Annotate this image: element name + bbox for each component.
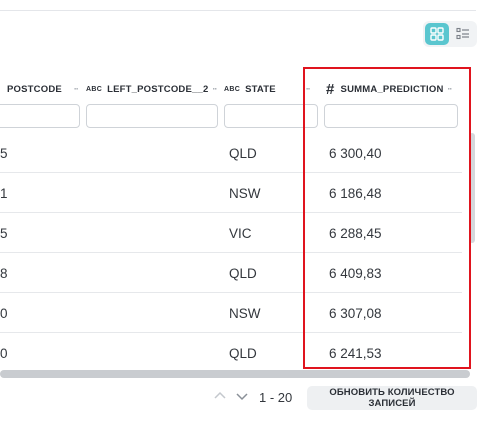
- filter-input-summa-prediction[interactable]: [324, 104, 458, 128]
- filter-input-state[interactable]: [224, 104, 318, 128]
- grid-icon: [430, 27, 444, 41]
- column-label: STATE: [245, 83, 276, 95]
- top-divider: [0, 10, 476, 11]
- grid-view-button[interactable]: [425, 23, 449, 45]
- column-menu-icon[interactable]: ··: [212, 84, 217, 94]
- table-row[interactable]: 0 QLD 6 241,53: [0, 333, 462, 373]
- vertical-scrollbar[interactable]: [468, 129, 476, 369]
- column-header-summa-prediction[interactable]: # SUMMA_PREDICTION ··: [324, 79, 453, 99]
- cell-summa-prediction: 6 300,40: [329, 145, 382, 161]
- refresh-count-button[interactable]: ОБНОВИТЬ КОЛИЧЕСТВО ЗАПИСЕЙ: [307, 386, 477, 410]
- cell-postcode: 5: [0, 225, 8, 241]
- column-header-postcode[interactable]: POSTCODE ··: [7, 79, 79, 99]
- cell-summa-prediction: 6 241,53: [329, 345, 382, 361]
- chevron-down-icon[interactable]: [235, 389, 249, 403]
- cell-postcode: 5: [0, 145, 8, 161]
- cell-summa-prediction: 6 409,83: [329, 265, 382, 281]
- filter-input-left-postcode[interactable]: [86, 104, 218, 128]
- column-menu-icon[interactable]: ··: [448, 84, 453, 94]
- column-header-left-postcode[interactable]: ABC LEFT_POSTCODE__2 ··: [86, 79, 217, 99]
- list-view-button[interactable]: [452, 23, 476, 45]
- cell-postcode: 0: [0, 305, 8, 321]
- cell-state: QLD: [229, 345, 257, 361]
- cell-state: QLD: [229, 265, 257, 281]
- horizontal-scrollbar[interactable]: [0, 370, 470, 378]
- cell-state: NSW: [229, 185, 261, 201]
- column-header-state[interactable]: ABC STATE ··: [224, 79, 311, 99]
- table-row[interactable]: 1 NSW 6 186,48: [0, 173, 462, 213]
- cell-postcode: 1: [0, 185, 8, 201]
- header-row: POSTCODE ·· ABC LEFT_POSTCODE__2 ·· ABC …: [0, 79, 470, 99]
- data-grid: POSTCODE ·· ABC LEFT_POSTCODE__2 ·· ABC …: [0, 71, 476, 371]
- cell-postcode: 8: [0, 265, 8, 281]
- number-type-icon: #: [326, 80, 335, 98]
- cell-summa-prediction: 6 307,08: [329, 305, 382, 321]
- cell-state: VIC: [229, 225, 252, 241]
- column-menu-icon[interactable]: ··: [74, 84, 79, 94]
- cell-summa-prediction: 6 186,48: [329, 185, 382, 201]
- view-toggle: [423, 21, 477, 47]
- table-row[interactable]: 5 VIC 6 288,45: [0, 213, 462, 253]
- chevron-up-icon[interactable]: [213, 389, 227, 403]
- cell-state: NSW: [229, 305, 261, 321]
- column-label: POSTCODE: [7, 83, 62, 95]
- list-icon: [456, 27, 470, 40]
- table-row[interactable]: 5 QLD 6 300,40: [0, 133, 462, 173]
- pagination-footer: 1 - 20 ОБНОВИТЬ КОЛИЧЕСТВО ЗАПИСЕЙ: [0, 386, 494, 410]
- text-type-icon: ABC: [86, 85, 103, 93]
- cell-state: QLD: [229, 145, 257, 161]
- column-menu-icon[interactable]: ··: [306, 84, 311, 94]
- table-row[interactable]: 8 QLD 6 409,83: [0, 253, 462, 293]
- page-range: 1 - 20: [259, 390, 293, 405]
- text-type-icon: ABC: [224, 85, 241, 93]
- table-row[interactable]: 0 NSW 6 307,08: [0, 293, 462, 333]
- cell-postcode: 0: [0, 345, 8, 361]
- column-label: LEFT_POSTCODE__2: [107, 83, 209, 95]
- column-label: SUMMA_PREDICTION: [340, 83, 444, 95]
- cell-summa-prediction: 6 288,45: [329, 225, 382, 241]
- filter-input-postcode[interactable]: [0, 104, 80, 128]
- vertical-scrollbar-thumb[interactable]: [469, 133, 475, 243]
